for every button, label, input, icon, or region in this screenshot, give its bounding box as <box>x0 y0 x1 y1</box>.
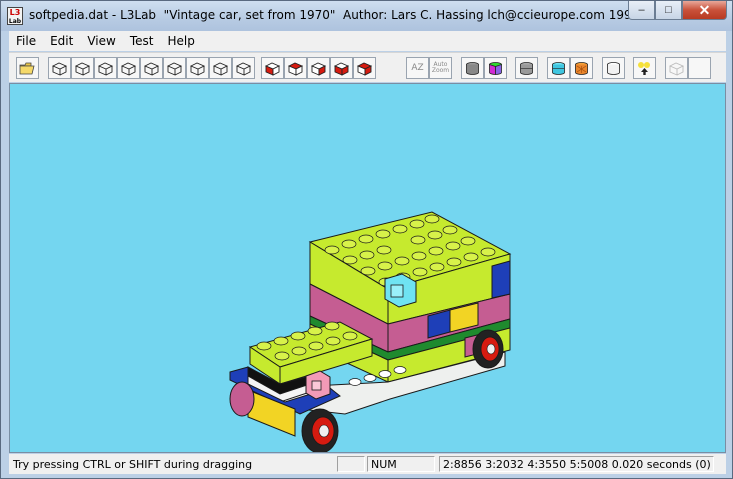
view-7-icon <box>189 62 206 76</box>
maximize-button[interactable]: □ <box>655 1 682 20</box>
view-button-1[interactable] <box>48 57 71 79</box>
lift-button[interactable] <box>633 57 656 79</box>
status-hint: Try pressing CTRL or SHIFT during draggi… <box>13 458 253 471</box>
color-view-button-3[interactable] <box>307 57 330 79</box>
gray-cylinder-icon <box>466 61 479 75</box>
color-view-5-icon <box>356 62 373 76</box>
open-folder-icon <box>19 62 35 74</box>
view-button-4[interactable] <box>117 57 140 79</box>
status-bar: Try pressing CTRL or SHIFT during draggi… <box>9 454 726 474</box>
auto-zoom-label-line2: Zoom <box>431 67 450 74</box>
orange-cylinder-icon <box>575 61 588 75</box>
gray-cylinder-outline-icon <box>520 61 533 75</box>
title-bar[interactable]: L3 Lab softpedia.dat - L3Lab "Vintage ca… <box>1 1 732 31</box>
view-button-9[interactable] <box>232 57 255 79</box>
color-view-3-icon <box>310 62 327 76</box>
yellow-arrow-up-icon <box>638 61 650 75</box>
pink-headlight-window <box>311 380 322 391</box>
front-wheel-right <box>301 408 339 452</box>
ghost-brick-icon <box>668 62 685 76</box>
cylinder-button-2[interactable] <box>484 57 507 79</box>
view-1-icon <box>51 62 68 76</box>
toolbar: AZ Auto Zoom <box>9 52 726 82</box>
window-title: softpedia.dat - L3Lab "Vintage car, set … <box>29 8 670 22</box>
app-icon-text: L3 <box>9 8 21 17</box>
color-view-2-icon <box>287 62 304 76</box>
menu-file[interactable]: File <box>9 34 43 48</box>
color-view-button-4[interactable] <box>330 57 353 79</box>
view-button-2[interactable] <box>71 57 94 79</box>
color-view-button-5[interactable] <box>353 57 376 79</box>
cabin-blue-corner <box>491 260 511 299</box>
view-9-icon <box>235 62 252 76</box>
view-button-6[interactable] <box>163 57 186 79</box>
view-button-7[interactable] <box>186 57 209 79</box>
color-cylinder-icon <box>489 61 502 75</box>
cyan-cylinder-icon <box>552 61 565 75</box>
view-8-icon <box>212 62 229 76</box>
view-4-icon <box>120 62 137 76</box>
view-button-8[interactable] <box>209 57 232 79</box>
color-view-button-1[interactable] <box>261 57 284 79</box>
color-view-1-icon <box>264 62 281 76</box>
close-button[interactable]: ✕ <box>682 1 727 20</box>
white-cylinder-button[interactable] <box>602 57 625 79</box>
cylinder-button-3[interactable] <box>515 57 538 79</box>
status-stats: 2:8856 3:2032 4:3550 5:5008 0.020 second… <box>439 456 714 472</box>
auto-zoom-label: Auto Zoom <box>432 62 449 74</box>
window-controls: – □ ✕ <box>628 1 727 20</box>
view-6-icon <box>166 62 183 76</box>
vintage-car-model[interactable] <box>10 84 726 453</box>
view-button-5[interactable] <box>140 57 163 79</box>
white-cylinder-icon <box>607 61 620 75</box>
cylinder-button-5[interactable] <box>570 57 593 79</box>
ghost-brick-button[interactable] <box>665 57 688 79</box>
az-label: AZ <box>411 63 424 73</box>
auto-zoom-button[interactable]: Auto Zoom <box>429 57 452 79</box>
app-icon-subtext: Lab <box>8 18 22 25</box>
cylinder-button-1[interactable] <box>461 57 484 79</box>
view-2-icon <box>74 62 91 76</box>
3d-viewport[interactable] <box>9 83 726 453</box>
view-button-3[interactable] <box>94 57 117 79</box>
minimize-icon: – <box>638 4 645 16</box>
l3lab-app-icon[interactable]: L3 Lab <box>7 7 23 25</box>
status-spacer <box>337 456 365 472</box>
cylinder-button-4[interactable] <box>547 57 570 79</box>
rear-wheel <box>472 329 504 369</box>
color-view-4-icon <box>333 62 350 76</box>
az-button[interactable]: AZ <box>406 57 429 79</box>
open-button[interactable] <box>16 57 39 79</box>
maximize-icon: □ <box>665 4 672 16</box>
minimize-button[interactable]: – <box>628 1 655 20</box>
status-num: NUM <box>367 456 435 472</box>
menu-view[interactable]: View <box>80 34 122 48</box>
menu-help[interactable]: Help <box>160 34 201 48</box>
color-view-button-2[interactable] <box>284 57 307 79</box>
close-icon: ✕ <box>698 1 711 18</box>
app-window: L3 Lab softpedia.dat - L3Lab "Vintage ca… <box>0 0 733 479</box>
menu-test[interactable]: Test <box>123 34 161 48</box>
front-wheel-left <box>229 381 255 417</box>
cyan-cap-window <box>390 284 404 298</box>
view-5-icon <box>143 62 160 76</box>
menu-bar: File Edit View Test Help <box>9 31 726 51</box>
empty-toolbar-button[interactable] <box>688 57 711 79</box>
view-3-icon <box>97 62 114 76</box>
menu-edit[interactable]: Edit <box>43 34 80 48</box>
